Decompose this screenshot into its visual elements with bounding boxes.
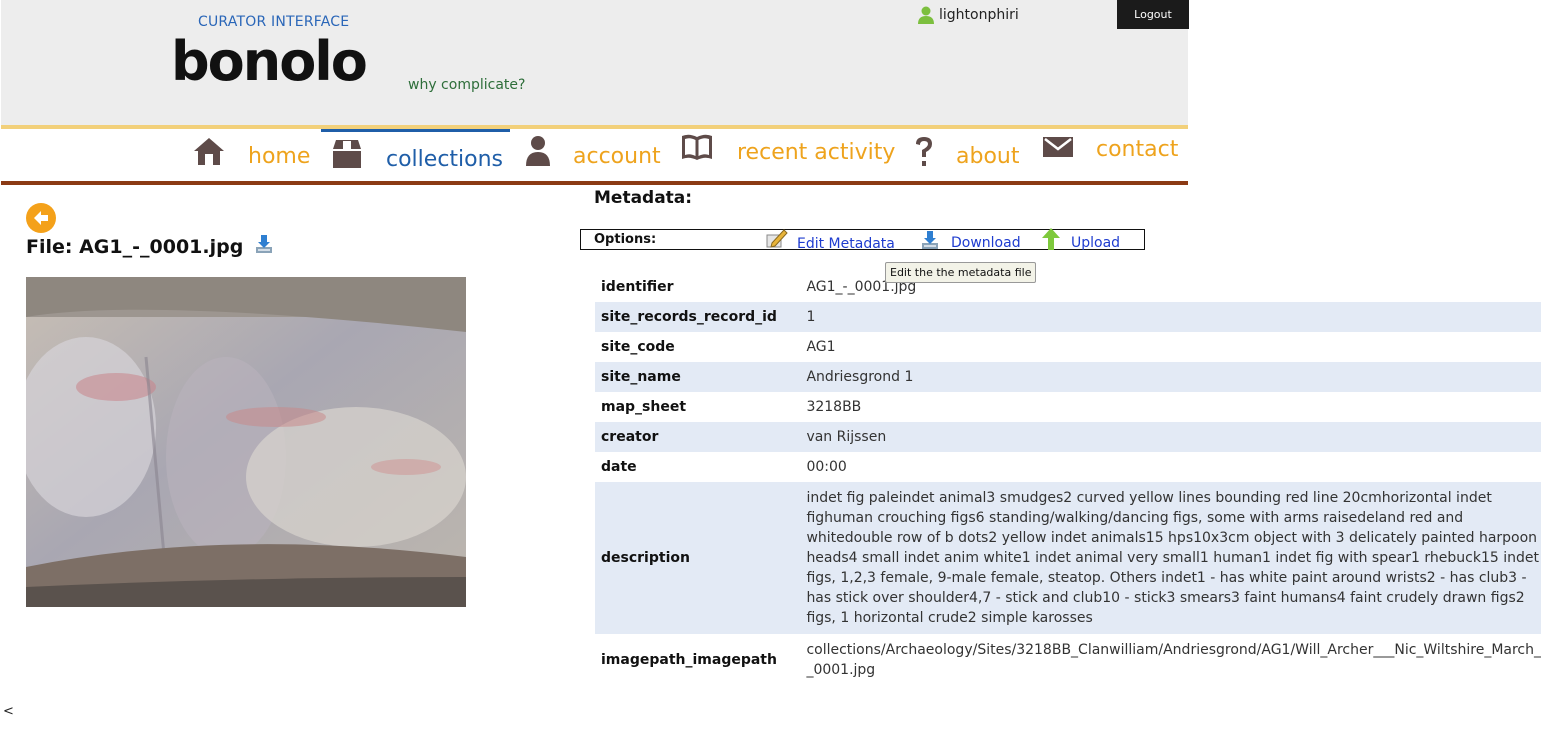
tagline: why complicate?	[408, 77, 526, 93]
metadata-value: Andriesgrond 1	[806, 369, 914, 385]
metadata-value: 1	[806, 309, 816, 325]
nav-contact-label: contact	[1096, 137, 1179, 162]
brand-logo[interactable]: bonolo	[171, 30, 368, 93]
nav-recent-activity[interactable]: recent activity	[679, 129, 899, 181]
nav-account-label: account	[573, 144, 661, 169]
metadata-row: date 00:00	[595, 452, 1541, 482]
metadata-value: van Rijssen	[806, 429, 887, 445]
nav-recent-activity-label: recent activity	[737, 140, 896, 165]
metadata-value: AG1	[806, 339, 836, 355]
book-icon	[682, 134, 712, 160]
metadata-value: 00:00	[806, 459, 847, 475]
metadata-key: site_name	[601, 369, 681, 385]
metadata-key: description	[601, 550, 690, 566]
file-download-button[interactable]	[255, 234, 273, 258]
metadata-value: indet fig paleindet animal3 smudges2 cur…	[806, 490, 1539, 626]
nav-home-label: home	[248, 144, 311, 169]
upload-arrow-icon	[1042, 228, 1060, 250]
metadata-row: site_records_record_id 1	[595, 302, 1541, 332]
options-label: Options:	[594, 232, 657, 247]
metadata-row: creator van Rijssen	[595, 422, 1541, 452]
home-icon	[194, 138, 224, 165]
metadata-key: creator	[601, 429, 659, 445]
logout-button[interactable]: Logout	[1117, 0, 1189, 29]
edit-metadata-tooltip: Edit the the metadata file	[885, 262, 1037, 283]
nav-collections-label: collections	[386, 147, 504, 172]
metadata-key: site_code	[601, 339, 675, 355]
main-nav: home collections account recent activity	[1, 125, 1188, 185]
metadata-row: description indet fig paleindet animal3 s…	[595, 482, 1541, 634]
metadata-key: map_sheet	[601, 399, 687, 415]
file-title: File: AG1_-_0001.jpg	[26, 236, 244, 258]
nav-account[interactable]: account	[523, 129, 663, 181]
nav-collections[interactable]: collections	[321, 129, 510, 184]
username: lightonphiri	[939, 7, 1019, 23]
user-icon	[918, 6, 934, 24]
pencil-icon	[766, 229, 788, 248]
metadata-row: site_name Andriesgrond 1	[595, 362, 1541, 392]
curator-subtitle: CURATOR INTERFACE	[198, 14, 350, 30]
nav-contact[interactable]: contact	[1041, 129, 1181, 181]
nav-about[interactable]: about	[913, 129, 1033, 181]
download-link[interactable]: Download	[951, 235, 1021, 251]
download-icon	[922, 231, 938, 249]
person-icon	[526, 136, 550, 166]
box-icon	[333, 140, 361, 168]
metadata-key: identifier	[601, 279, 674, 295]
pager-symbol[interactable]: <	[3, 704, 14, 719]
nav-home[interactable]: home	[191, 129, 311, 181]
metadata-row: identifier AG1_-_0001.jpg	[595, 272, 1541, 302]
rock-art-photo	[26, 277, 466, 607]
arrow-left-icon	[34, 211, 48, 225]
upload-link[interactable]: Upload	[1071, 235, 1120, 251]
metadata-key: imagepath_imagepath	[601, 652, 777, 668]
envelope-icon	[1043, 137, 1073, 157]
nav-about-label: about	[956, 144, 1020, 169]
metadata-row: imagepath_imagepath collections/Archaeolo…	[595, 634, 1541, 686]
metadata-key: date	[601, 459, 637, 475]
edit-metadata-link[interactable]: Edit Metadata	[797, 236, 895, 252]
metadata-table: identifier AG1_-_0001.jpg site_records_rec…	[595, 272, 1541, 686]
metadata-row: site_code AG1	[595, 332, 1541, 362]
back-button[interactable]	[26, 203, 56, 233]
metadata-row: map_sheet 3218BB	[595, 392, 1541, 422]
metadata-title: Metadata:	[594, 188, 693, 208]
metadata-value: collections/Archaeology/Sites/3218BB_Cla…	[806, 642, 1541, 678]
metadata-value: 3218BB	[806, 399, 862, 415]
site-header: CURATOR INTERFACE bonolo why complicate?…	[1, 0, 1189, 126]
download-icon	[256, 235, 272, 253]
user-info[interactable]: lightonphiri	[918, 6, 1019, 24]
metadata-key: site_records_record_id	[601, 309, 777, 325]
question-icon	[916, 137, 932, 166]
